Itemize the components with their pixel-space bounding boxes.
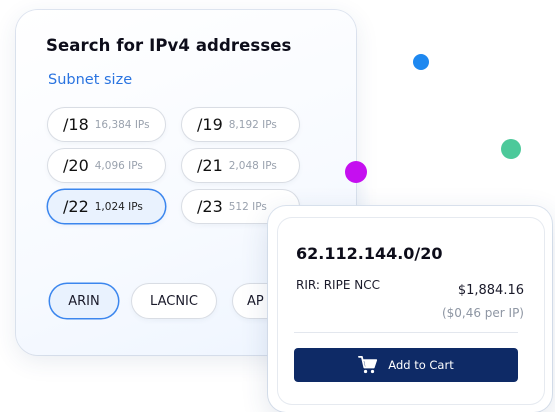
subnet-option-18[interactable]: /18 16,384 IPs (48, 108, 165, 141)
decorative-dot-blue (413, 54, 429, 70)
ip-block-result-card: 62.112.144.0/20 RIR: RIPE NCC $1,884.16 … (268, 206, 552, 412)
subnet-size-label: Subnet size (48, 72, 133, 88)
hero-illustration: Search for IPv4 addresses Subnet size /1… (0, 0, 555, 412)
subnet-prefix: /20 (63, 156, 89, 175)
subnet-ip-count: 1,024 IPs (94, 200, 143, 213)
subnet-prefix: /23 (197, 197, 223, 216)
search-title: Search for IPv4 addresses (46, 36, 292, 55)
subnet-option-22[interactable]: /22 1,024 IPs (48, 190, 165, 223)
cart-icon (358, 356, 378, 374)
subnet-ip-count: 2,048 IPs (228, 159, 277, 172)
subnet-prefix: /19 (197, 115, 223, 134)
decorative-dot-green (501, 139, 521, 159)
subnet-prefix: /18 (63, 115, 89, 134)
add-to-cart-label: Add to Cart (388, 358, 454, 372)
price-per-ip: ($0,46 per IP) (441, 306, 524, 320)
subnet-ip-count: 8,192 IPs (228, 118, 277, 131)
subnet-option-19[interactable]: /19 8,192 IPs (182, 108, 299, 141)
rir-option-arin[interactable]: ARIN (50, 284, 118, 318)
subnet-option-21[interactable]: /21 2,048 IPs (182, 149, 299, 182)
add-to-cart-button[interactable]: Add to Cart (294, 348, 518, 382)
subnet-prefix: /22 (63, 197, 89, 216)
subnet-prefix: /21 (197, 156, 223, 175)
rir-registry-label: RIR: RIPE NCC (296, 278, 380, 292)
subnet-ip-count: 512 IPs (228, 200, 267, 213)
ip-block-address: 62.112.144.0/20 (296, 244, 443, 263)
rir-option-lacnic[interactable]: LACNIC (132, 284, 216, 318)
subnet-ip-count: 4,096 IPs (94, 159, 143, 172)
subnet-option-20[interactable]: /20 4,096 IPs (48, 149, 165, 182)
block-price: $1,884.16 (457, 283, 524, 298)
decorative-dot-purple (345, 161, 367, 183)
subnet-ip-count: 16,384 IPs (94, 118, 150, 131)
price-divider (294, 332, 518, 333)
